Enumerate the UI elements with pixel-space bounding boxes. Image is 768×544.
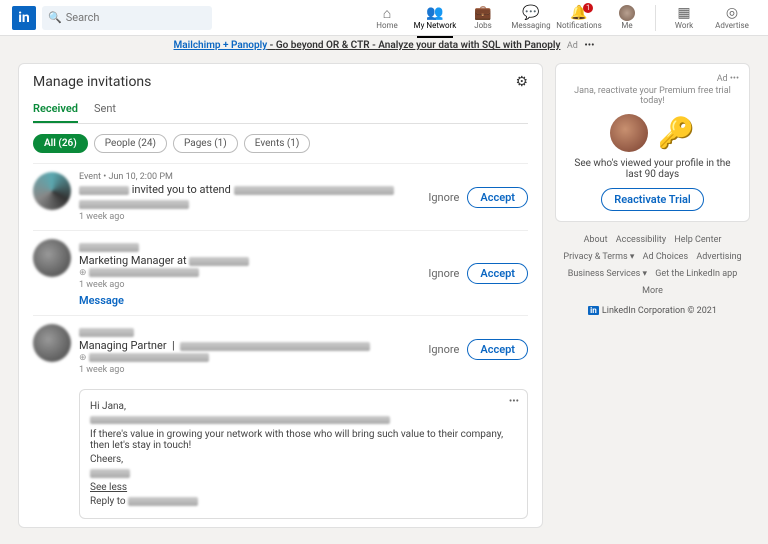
grid-icon: ▦ <box>677 5 690 21</box>
tab-received[interactable]: Received <box>33 102 78 123</box>
nav-messaging[interactable]: 💬Messaging <box>507 5 555 30</box>
accept-button[interactable]: Accept <box>467 263 528 284</box>
event-meta: Event • Jun 10, 2:00 PM <box>79 172 420 182</box>
pill-people[interactable]: People (24) <box>94 134 167 153</box>
pill-all[interactable]: All (26) <box>33 134 88 153</box>
inv-tabs: Received Sent <box>33 102 528 124</box>
nav-me[interactable]: Me <box>603 5 651 30</box>
footer-link[interactable]: Privacy & Terms ▾ <box>563 252 634 262</box>
nav-my-network[interactable]: 👥My Network <box>411 5 459 30</box>
timestamp: 1 week ago <box>79 212 420 222</box>
card-menu-icon[interactable]: ••• <box>730 74 739 84</box>
invitations-panel: Manage invitations ⚙ Received Sent All (… <box>18 63 543 528</box>
tab-sent[interactable]: Sent <box>94 102 116 123</box>
ignore-button[interactable]: Ignore <box>428 267 459 280</box>
ignore-button[interactable]: Ignore <box>428 191 459 204</box>
footer-link[interactable]: Get the LinkedIn app <box>655 269 737 279</box>
premium-card: Ad ••• Jana, reactivate your Premium fre… <box>555 63 750 222</box>
footer-link[interactable]: Business Services ▾ <box>568 269 647 279</box>
promo-bar: Mailchimp + Panoply - Go beyond OR & CTR… <box>0 36 768 55</box>
promo-link-1[interactable]: Mailchimp + Panoply <box>174 40 268 51</box>
mutual-connections: ⊕ <box>79 353 420 363</box>
avatar[interactable] <box>33 239 71 277</box>
filter-pills: All (26) People (24) Pages (1) Events (1… <box>33 134 528 153</box>
footer-link[interactable]: About <box>584 235 608 245</box>
settings-gear-icon[interactable]: ⚙ <box>515 74 528 90</box>
ignore-button[interactable]: Ignore <box>428 343 459 356</box>
search-icon: 🔍 <box>48 11 62 24</box>
timestamp: 1 week ago <box>79 365 420 375</box>
footer-link[interactable]: Ad Choices <box>643 252 688 262</box>
message-link[interactable]: Message <box>79 294 124 307</box>
footer-links: About Accessibility Help Center Privacy … <box>555 232 750 300</box>
pill-pages[interactable]: Pages (1) <box>173 134 238 153</box>
briefcase-icon: 💼 <box>474 5 491 21</box>
ad-label: Ad <box>567 41 578 51</box>
nav-home[interactable]: ⌂Home <box>363 5 411 30</box>
avatar[interactable] <box>33 324 71 362</box>
note-menu-icon[interactable]: ••• <box>509 396 519 407</box>
people-icon: 👥 <box>426 5 443 21</box>
invitation-row: Event • Jun 10, 2:00 PM invited you to a… <box>33 163 528 230</box>
pill-events[interactable]: Events (1) <box>244 134 311 153</box>
nav-notifications[interactable]: 🔔1Notifications <box>555 5 603 30</box>
mutual-connections: ⊕ <box>79 268 420 278</box>
invite-note: ••• Hi Jana, If there's value in growing… <box>79 389 528 519</box>
promo-menu-icon[interactable]: ••• <box>584 40 594 51</box>
card-text: See who's viewed your profile in the las… <box>570 158 735 180</box>
accept-button[interactable]: Accept <box>467 187 528 208</box>
invitation-row: Marketing Manager at ⊕ 1 week ago Messag… <box>33 230 528 315</box>
target-icon: ◎ <box>726 5 738 21</box>
top-nav: in 🔍 ⌂Home 👥My Network 💼Jobs 💬Messaging … <box>0 0 768 36</box>
card-headline: Jana, reactivate your Premium free trial… <box>566 86 739 106</box>
sidebar: Ad ••• Jana, reactivate your Premium fre… <box>555 63 750 528</box>
nav-advertise[interactable]: ◎Advertise <box>708 5 756 30</box>
invitation-row: Managing Partner | ⊕ 1 week ago Ignore A… <box>33 315 528 383</box>
nav-divider <box>655 5 656 31</box>
search-box[interactable]: 🔍 <box>42 6 212 30</box>
footer-link[interactable]: Accessibility <box>616 235 666 245</box>
timestamp: 1 week ago <box>79 280 420 290</box>
profile-photo <box>610 114 648 152</box>
promo-link-2[interactable]: - Go beyond OR & CTR - Analyze your data… <box>267 40 560 51</box>
avatar[interactable] <box>33 172 71 210</box>
chat-icon: 💬 <box>522 5 539 21</box>
key-icon: 🔑 <box>658 116 695 151</box>
avatar-icon <box>619 5 635 21</box>
linkedin-logo[interactable]: in <box>12 6 36 30</box>
nav-jobs[interactable]: 💼Jobs <box>459 5 507 30</box>
footer-link[interactable]: Advertising <box>696 252 741 262</box>
search-input[interactable] <box>66 11 196 24</box>
see-less-toggle[interactable]: See less <box>90 482 127 493</box>
page-title: Manage invitations <box>33 74 515 90</box>
footer-link[interactable]: More <box>642 286 663 296</box>
reactivate-button[interactable]: Reactivate Trial <box>601 188 704 211</box>
notif-badge: 1 <box>583 3 593 13</box>
nav-work[interactable]: ▦Work <box>660 5 708 30</box>
accept-button[interactable]: Accept <box>467 339 528 360</box>
home-icon: ⌂ <box>383 5 391 21</box>
footer-link[interactable]: Help Center <box>674 235 721 245</box>
corporation-line: in LinkedIn Corporation © 2021 <box>555 306 750 316</box>
